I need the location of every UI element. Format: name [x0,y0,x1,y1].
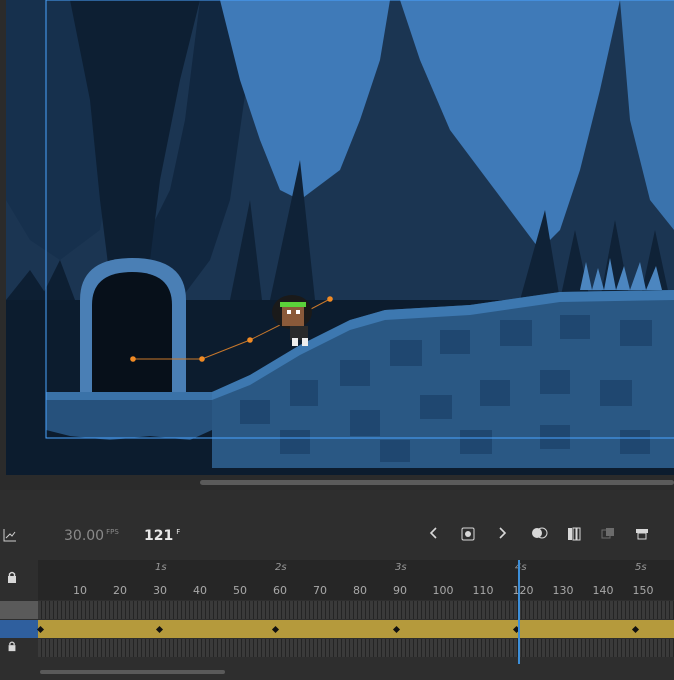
fps-display[interactable]: 30.00 FPS [64,528,119,544]
second-label: 2s [275,562,287,573]
current-frame-value: 121 [144,528,174,544]
second-label: 5s [635,562,647,573]
frame-tick: 120 [512,584,534,597]
graph-icon[interactable] [0,527,20,547]
second-label: 3s [395,562,407,573]
second-label: 4s [515,562,527,573]
frame-track[interactable] [38,639,674,657]
fps-unit: FPS [106,528,119,536]
camera-icon[interactable] [632,526,652,546]
frame-tick: 130 [552,584,574,597]
frame-tick: 10 [73,584,87,597]
frame-tick: 20 [113,584,127,597]
layer-row-selected[interactable] [0,620,38,638]
layer-row[interactable] [0,601,38,619]
frame-tick: 40 [193,584,207,597]
prev-keyframe-icon[interactable] [424,526,444,546]
frame-tick: 60 [273,584,287,597]
stage[interactable] [0,0,674,490]
insert-keyframe-icon[interactable] [458,526,478,546]
frame-tick: 110 [472,584,494,597]
frame-tick: 90 [393,584,407,597]
next-keyframe-icon[interactable] [492,526,512,546]
playhead[interactable] [518,560,520,664]
tween-track[interactable] [38,620,674,638]
cave-scene [0,0,674,490]
frame-tick: 150 [632,584,654,597]
frame-tick: 80 [353,584,367,597]
frame-tick: 140 [592,584,614,597]
frame-tick: 100 [432,584,454,597]
lock-icon[interactable] [2,638,22,658]
frame-tick: 70 [313,584,327,597]
stage-horizontal-scrollbar[interactable] [200,480,674,485]
frame-unit: F [176,528,181,536]
frame-tick: 30 [153,584,167,597]
fps-value: 30.00 [64,528,105,544]
onion-skin-icon[interactable] [530,526,550,546]
current-frame-display[interactable]: 121 F [144,528,180,544]
edit-multiple-frames-icon[interactable] [564,526,584,546]
paste-icon[interactable] [598,526,618,546]
frame-track[interactable] [38,601,674,619]
frame-tick: 50 [233,584,247,597]
timeline-scrollbar[interactable] [40,670,225,674]
lock-icon[interactable] [2,570,22,590]
second-label: 1s [155,562,167,573]
